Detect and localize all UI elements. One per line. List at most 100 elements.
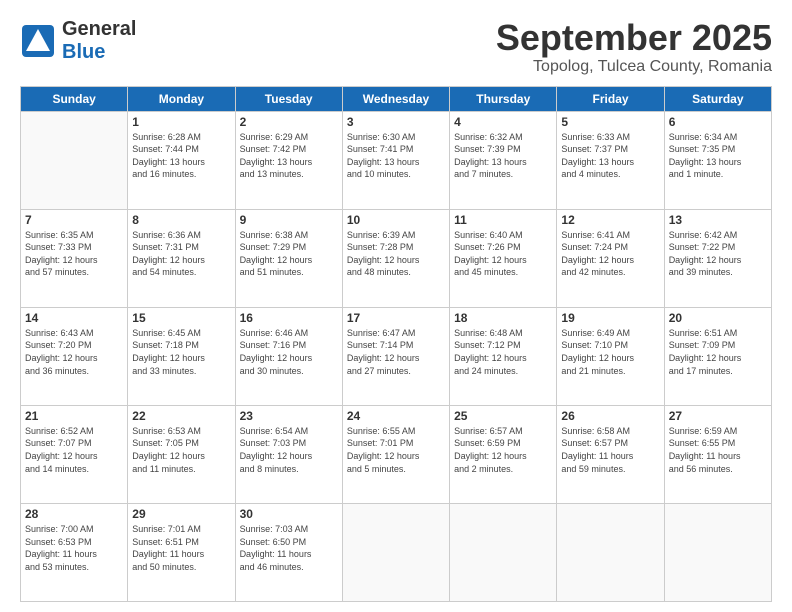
day-number: 20: [669, 311, 767, 325]
location-title: Topolog, Tulcea County, Romania: [496, 58, 772, 76]
day-number: 30: [240, 507, 338, 521]
calendar-cell: 9 Sunrise: 6:38 AM Sunset: 7:29 PM Daylig…: [235, 209, 342, 307]
calendar-week-3: 14Sunrise: 6:43 AM Sunset: 7:20 PM Dayli…: [21, 307, 772, 405]
day-number: 5: [561, 115, 659, 129]
day-info: Sunrise: 6:59 AM Sunset: 6:55 PM Dayligh…: [669, 425, 767, 475]
calendar-cell: 6Sunrise: 6:34 AM Sunset: 7:35 PM Daylig…: [664, 111, 771, 209]
day-number: 26: [561, 409, 659, 423]
day-info: Sunrise: 6:53 AM Sunset: 7:05 PM Dayligh…: [132, 425, 230, 475]
calendar-cell: 3 Sunrise: 6:30 AM Sunset: 7:41 PM Daylig…: [342, 111, 449, 209]
day-info: Sunrise: 7:00 AM Sunset: 6:53 PM Dayligh…: [25, 523, 123, 573]
calendar-cell: 14Sunrise: 6:43 AM Sunset: 7:20 PM Dayli…: [21, 307, 128, 405]
col-thursday: Thursday: [450, 86, 557, 111]
day-number: 18: [454, 311, 552, 325]
day-info: Sunrise: 6:32 AM Sunset: 7:39 PM Dayligh…: [454, 131, 552, 181]
month-title: September 2025: [496, 18, 772, 58]
day-info: Sunrise: 6:52 AM Sunset: 7:07 PM Dayligh…: [25, 425, 123, 475]
logo-blue: Blue: [62, 41, 136, 64]
calendar-cell: 27 Sunrise: 6:59 AM Sunset: 6:55 PM Dayli…: [664, 405, 771, 503]
day-info: Sunrise: 6:49 AM Sunset: 7:10 PM Dayligh…: [561, 327, 659, 377]
day-number: 3: [347, 115, 445, 129]
day-number: 15: [132, 311, 230, 325]
day-number: 13: [669, 213, 767, 227]
title-area: September 2025 Topolog, Tulcea County, R…: [496, 18, 772, 76]
day-info: Sunrise: 6:28 AM Sunset: 7:44 PM Dayligh…: [132, 131, 230, 181]
day-info: Sunrise: 6:45 AM Sunset: 7:18 PM Dayligh…: [132, 327, 230, 377]
calendar-cell: 8Sunrise: 6:36 AM Sunset: 7:31 PM Daylig…: [128, 209, 235, 307]
day-info: Sunrise: 6:48 AM Sunset: 7:12 PM Dayligh…: [454, 327, 552, 377]
calendar-cell: 1 Sunrise: 6:28 AM Sunset: 7:44 PM Daylig…: [128, 111, 235, 209]
day-number: 17: [347, 311, 445, 325]
day-info: Sunrise: 7:01 AM Sunset: 6:51 PM Dayligh…: [132, 523, 230, 573]
day-info: Sunrise: 7:03 AM Sunset: 6:50 PM Dayligh…: [240, 523, 338, 573]
day-number: 24: [347, 409, 445, 423]
day-info: Sunrise: 6:51 AM Sunset: 7:09 PM Dayligh…: [669, 327, 767, 377]
day-number: 21: [25, 409, 123, 423]
calendar-cell: 11 Sunrise: 6:40 AM Sunset: 7:26 PM Dayli…: [450, 209, 557, 307]
day-info: Sunrise: 6:39 AM Sunset: 7:28 PM Dayligh…: [347, 229, 445, 279]
day-number: 16: [240, 311, 338, 325]
day-number: 1: [132, 115, 230, 129]
day-number: 2: [240, 115, 338, 129]
day-number: 27: [669, 409, 767, 423]
day-info: Sunrise: 6:42 AM Sunset: 7:22 PM Dayligh…: [669, 229, 767, 279]
calendar-cell: [21, 111, 128, 209]
day-number: 22: [132, 409, 230, 423]
calendar-cell: 24 Sunrise: 6:55 AM Sunset: 7:01 PM Dayli…: [342, 405, 449, 503]
calendar-cell: 28 Sunrise: 7:00 AM Sunset: 6:53 PM Dayli…: [21, 503, 128, 601]
calendar-cell: 5 Sunrise: 6:33 AM Sunset: 7:37 PM Daylig…: [557, 111, 664, 209]
calendar-cell: 15 Sunrise: 6:45 AM Sunset: 7:18 PM Dayli…: [128, 307, 235, 405]
day-number: 6: [669, 115, 767, 129]
calendar-cell: [664, 503, 771, 601]
day-number: 28: [25, 507, 123, 521]
calendar-cell: [557, 503, 664, 601]
calendar-cell: 19 Sunrise: 6:49 AM Sunset: 7:10 PM Dayli…: [557, 307, 664, 405]
calendar-cell: 21 Sunrise: 6:52 AM Sunset: 7:07 PM Dayli…: [21, 405, 128, 503]
calendar-cell: [450, 503, 557, 601]
day-number: 7: [25, 213, 123, 227]
calendar-cell: 16Sunrise: 6:46 AM Sunset: 7:16 PM Dayli…: [235, 307, 342, 405]
calendar-week-2: 7Sunrise: 6:35 AM Sunset: 7:33 PM Daylig…: [21, 209, 772, 307]
calendar-cell: [342, 503, 449, 601]
logo: General Blue: [20, 18, 136, 64]
day-info: Sunrise: 6:47 AM Sunset: 7:14 PM Dayligh…: [347, 327, 445, 377]
day-info: Sunrise: 6:36 AM Sunset: 7:31 PM Dayligh…: [132, 229, 230, 279]
day-number: 14: [25, 311, 123, 325]
calendar-cell: 4Sunrise: 6:32 AM Sunset: 7:39 PM Daylig…: [450, 111, 557, 209]
calendar-week-5: 28 Sunrise: 7:00 AM Sunset: 6:53 PM Dayli…: [21, 503, 772, 601]
calendar-cell: 10 Sunrise: 6:39 AM Sunset: 7:28 PM Dayli…: [342, 209, 449, 307]
day-info: Sunrise: 6:57 AM Sunset: 6:59 PM Dayligh…: [454, 425, 552, 475]
calendar-cell: 17 Sunrise: 6:47 AM Sunset: 7:14 PM Dayli…: [342, 307, 449, 405]
day-info: Sunrise: 6:40 AM Sunset: 7:26 PM Dayligh…: [454, 229, 552, 279]
calendar-cell: 22 Sunrise: 6:53 AM Sunset: 7:05 PM Dayli…: [128, 405, 235, 503]
day-number: 29: [132, 507, 230, 521]
day-info: Sunrise: 6:41 AM Sunset: 7:24 PM Dayligh…: [561, 229, 659, 279]
day-info: Sunrise: 6:30 AM Sunset: 7:41 PM Dayligh…: [347, 131, 445, 181]
calendar-table: Sunday Monday Tuesday Wednesday Thursday…: [20, 86, 772, 602]
calendar-week-1: 1 Sunrise: 6:28 AM Sunset: 7:44 PM Daylig…: [21, 111, 772, 209]
logo-general: General: [62, 18, 136, 41]
col-sunday: Sunday: [21, 86, 128, 111]
col-wednesday: Wednesday: [342, 86, 449, 111]
logo-icon: [20, 23, 56, 59]
calendar-cell: 29 Sunrise: 7:01 AM Sunset: 6:51 PM Dayli…: [128, 503, 235, 601]
header: General Blue September 2025 Topolog, Tul…: [20, 18, 772, 76]
calendar-cell: 26Sunrise: 6:58 AM Sunset: 6:57 PM Dayli…: [557, 405, 664, 503]
day-info: Sunrise: 6:38 AM Sunset: 7:29 PM Dayligh…: [240, 229, 338, 279]
day-number: 12: [561, 213, 659, 227]
calendar-cell: 13 Sunrise: 6:42 AM Sunset: 7:22 PM Dayli…: [664, 209, 771, 307]
calendar-cell: 25Sunrise: 6:57 AM Sunset: 6:59 PM Dayli…: [450, 405, 557, 503]
day-info: Sunrise: 6:54 AM Sunset: 7:03 PM Dayligh…: [240, 425, 338, 475]
col-friday: Friday: [557, 86, 664, 111]
day-info: Sunrise: 6:55 AM Sunset: 7:01 PM Dayligh…: [347, 425, 445, 475]
day-number: 19: [561, 311, 659, 325]
day-number: 10: [347, 213, 445, 227]
col-tuesday: Tuesday: [235, 86, 342, 111]
day-info: Sunrise: 6:33 AM Sunset: 7:37 PM Dayligh…: [561, 131, 659, 181]
day-number: 11: [454, 213, 552, 227]
day-number: 9: [240, 213, 338, 227]
col-saturday: Saturday: [664, 86, 771, 111]
calendar-cell: 12 Sunrise: 6:41 AM Sunset: 7:24 PM Dayli…: [557, 209, 664, 307]
calendar-cell: 18 Sunrise: 6:48 AM Sunset: 7:12 PM Dayli…: [450, 307, 557, 405]
calendar-cell: 23Sunrise: 6:54 AM Sunset: 7:03 PM Dayli…: [235, 405, 342, 503]
